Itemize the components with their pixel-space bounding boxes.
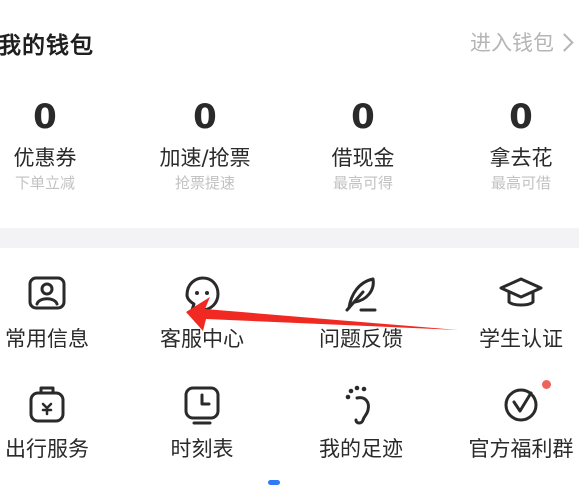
service-timetable[interactable]: 时刻表 [127, 380, 277, 462]
stat-subtitle: 最高可借 [490, 174, 551, 192]
service-label: 我的足迹 [319, 437, 403, 461]
wallet-header: 我的钱包 进入钱包 [0, 0, 579, 80]
stat-speedup-tickets[interactable]: 0 加速/抢票 抢票提速 [130, 95, 280, 193]
wallet-stats: 0 优惠券 下单立减 0 加速/抢票 抢票提速 0 借现金 最高可得 0 拿去花… [0, 95, 579, 210]
service-label: 客服中心 [160, 327, 244, 351]
service-label: 问题反馈 [319, 327, 403, 351]
wallet-title: 我的钱包 [0, 33, 94, 59]
stat-subtitle: 抢票提速 [174, 174, 235, 192]
stat-coupons[interactable]: 0 优惠券 下单立减 [0, 95, 120, 193]
section-divider [0, 228, 579, 248]
stat-subtitle: 最高可得 [332, 174, 393, 192]
check-circle-icon [504, 388, 538, 422]
contact-card-icon [28, 276, 66, 310]
service-travel[interactable]: 出行服务 [0, 380, 122, 462]
enter-wallet-label: 进入钱包 [470, 31, 554, 55]
my-page: 我的钱包 进入钱包 0 优惠券 下单立减 0 加速/抢票 抢票提速 0 借现金 … [0, 0, 579, 500]
service-label: 出行服务 [5, 437, 89, 461]
stat-naquhua[interactable]: 0 拿去花 最高可借 [446, 95, 579, 193]
stat-value: 0 [351, 97, 375, 137]
service-official-welfare-group[interactable]: 官方福利群 [446, 380, 579, 462]
service-label: 学生认证 [479, 327, 563, 351]
luggage-icon [29, 386, 65, 423]
footprint-icon [345, 385, 370, 425]
service-my-footprints[interactable]: 我的足迹 [286, 380, 436, 462]
stat-label: 优惠券 [13, 146, 77, 170]
stat-value: 0 [33, 97, 57, 137]
service-frequent-info[interactable]: 常用信息 [0, 270, 122, 352]
service-feedback[interactable]: 问题反馈 [286, 270, 436, 352]
graduation-cap-icon [499, 277, 543, 307]
stat-borrow-cash[interactable]: 0 借现金 最高可得 [288, 95, 438, 193]
service-label: 常用信息 [5, 327, 89, 351]
service-label: 时刻表 [170, 437, 234, 461]
enter-wallet-link[interactable]: 进入钱包 [470, 27, 574, 57]
customer-service-icon [185, 276, 220, 312]
service-student-verify[interactable]: 学生认证 [446, 270, 579, 352]
feather-pen-icon [345, 277, 377, 312]
service-label: 官方福利群 [468, 437, 574, 461]
page-indicator [268, 480, 280, 485]
stat-label: 借现金 [331, 146, 395, 170]
new-badge-dot [542, 380, 551, 389]
stat-value: 0 [509, 97, 533, 137]
clock-icon [184, 386, 220, 425]
stat-subtitle: 下单立减 [14, 174, 75, 192]
stat-value: 0 [193, 97, 217, 137]
service-customer-center[interactable]: 客服中心 [127, 270, 277, 352]
stat-label: 加速/抢票 [159, 146, 251, 170]
chevron-right-icon [555, 32, 574, 52]
page-dot-active [268, 480, 280, 485]
stat-label: 拿去花 [489, 146, 553, 170]
